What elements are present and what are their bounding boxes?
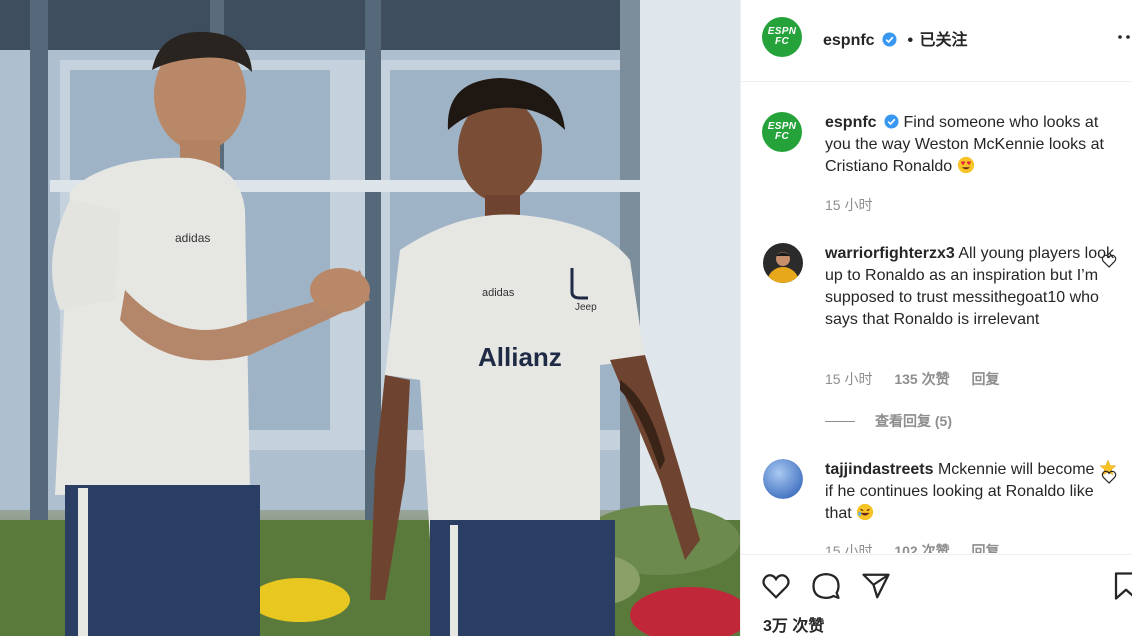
comment-reply-button[interactable]: 回复 xyxy=(972,371,1000,387)
rofl-emoji-icon xyxy=(857,503,874,521)
verified-badge-icon xyxy=(884,114,899,129)
post-header: ESPN FC espnfc • 已关注 xyxy=(741,0,1132,82)
comment-like-heart-icon[interactable] xyxy=(1101,253,1117,269)
right-shirt-sponsor: Allianz xyxy=(478,342,562,372)
view-replies-button[interactable]: 查看回复 (5) xyxy=(825,411,952,431)
more-horizontal-icon[interactable] xyxy=(1117,34,1131,40)
comment-avatar[interactable] xyxy=(763,459,803,499)
photo-illustration: adidas Allianz Jeep adidas xyxy=(0,0,740,636)
header-username[interactable]: espnfc xyxy=(823,32,875,49)
comment-text-block: warriorfighterzx3 All young players look… xyxy=(825,243,1117,331)
comment-text-block: tajjindastreets Mckennie will become if … xyxy=(825,459,1117,525)
header-separator: • xyxy=(907,32,914,49)
caption-text-block: espnfc Find someone who looks at you the… xyxy=(825,112,1117,178)
send-icon[interactable] xyxy=(861,571,891,601)
comment-likes[interactable]: 102 次赞 xyxy=(894,543,949,553)
comment-likes[interactable]: 135 次赞 xyxy=(894,371,949,387)
likes-count[interactable]: 3万 次赞 xyxy=(763,612,824,636)
header-user-line: espnfc • 已关注 xyxy=(823,26,968,50)
comment-text-before: Mckennie will become xyxy=(937,461,1095,478)
comment-username[interactable]: warriorfighterzx3 xyxy=(825,245,955,262)
comment-icon[interactable] xyxy=(811,571,841,601)
verified-badge-icon xyxy=(882,32,897,47)
right-shirt-sub: Jeep xyxy=(575,302,597,313)
follow-status-button[interactable]: 已关注 xyxy=(920,32,968,49)
heart-eyes-emoji-icon xyxy=(957,156,974,174)
svg-text:adidas: adidas xyxy=(482,287,515,299)
view-replies-label: 查看回复 (5) xyxy=(875,413,952,429)
comment-reply-button[interactable]: 回复 xyxy=(972,543,1000,553)
comment-avatar-image xyxy=(763,459,803,499)
comment-username[interactable]: tajjindastreets xyxy=(825,461,933,478)
comment-time: 15 小时 xyxy=(825,543,873,553)
view-replies-line xyxy=(825,420,855,422)
caption-meta: 15 小时 xyxy=(825,195,890,215)
comment-like-heart-icon[interactable] xyxy=(1101,469,1117,485)
avatar-text-bottom: FC xyxy=(775,36,789,47)
caption-time: 15 小时 xyxy=(825,197,873,213)
comment-avatar-image xyxy=(763,243,803,283)
left-shirt-logo: adidas xyxy=(175,231,210,245)
heart-icon[interactable] xyxy=(761,571,791,601)
bookmark-icon[interactable] xyxy=(1111,571,1132,601)
avatar[interactable]: ESPN FC xyxy=(762,17,802,57)
caption-avatar-text-bottom: FC xyxy=(775,131,789,142)
comment-time: 15 小时 xyxy=(825,371,873,387)
comments-list[interactable]: ESPN FC espnfc Find someone who looks at… xyxy=(741,83,1132,553)
comment-meta: 15 小时 102 次赞 回复 xyxy=(825,541,1018,553)
caption-avatar[interactable]: ESPN FC xyxy=(762,112,802,152)
post-photo[interactable]: adidas Allianz Jeep adidas xyxy=(0,0,740,636)
post-side-panel: ESPN FC espnfc • 已关注 ESPN FC espnfc Find… xyxy=(740,0,1132,636)
caption-username[interactable]: espnfc xyxy=(825,114,877,131)
comment-meta: 15 小时 135 次赞 回复 xyxy=(825,369,1018,389)
comment-avatar[interactable] xyxy=(763,243,803,283)
